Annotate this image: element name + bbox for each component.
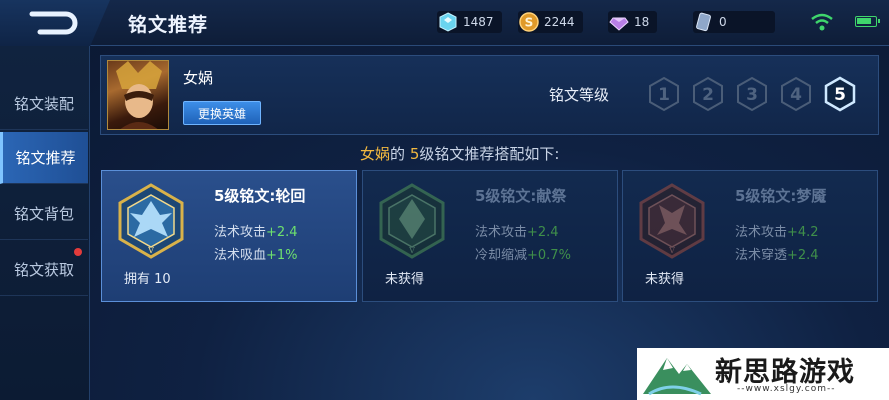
currency-diamond: 1487 (437, 11, 502, 33)
level-3-label: 3 (746, 85, 758, 105)
rune-card-title: 5级铭文:献祭 (475, 187, 567, 205)
svg-text:V: V (668, 246, 675, 255)
level-1-label: 1 (658, 85, 670, 105)
wifi-icon (811, 13, 833, 31)
sidebar-item-label: 铭文推荐 (15, 149, 76, 167)
subtitle-middle: 的 (390, 145, 406, 163)
svg-text:S: S (525, 16, 534, 30)
currency-gold-value: 2244 (544, 15, 575, 29)
rune-card-title: 5级铭文:轮回 (214, 187, 306, 205)
voucher-icon (693, 11, 715, 33)
rune-level-label: 铭文等级 (549, 86, 610, 104)
battery-icon (855, 16, 880, 27)
rune-card-mengyan[interactable]: V 5级铭文:梦魇 法术攻击+4.2 法术穿透+2.4 未获得 (622, 170, 878, 302)
rune-lunhui-icon: V (118, 183, 184, 259)
subtitle-rest: 级铭文推荐搭配如下: (419, 145, 560, 163)
page-title: 铭文推荐 (128, 14, 209, 36)
sidebar-item-label: 铭文背包 (13, 205, 74, 223)
level-1-button[interactable]: 1 (646, 76, 682, 112)
rune-card-lunhui[interactable]: V 5级铭文:轮回 法术攻击+2.4 法术吸血+1% 拥有 10 (101, 170, 357, 302)
back-button[interactable] (0, 0, 110, 46)
sidebar: 铭文装配 铭文推荐 铭文背包 铭文获取 (0, 46, 90, 400)
currency-voucher-value: 0 (719, 15, 727, 29)
top-bar: 铭文推荐 1487 S 2244 18 0 (0, 0, 889, 46)
level-5-label: 5 (834, 85, 846, 105)
rune-stat: 冷却缩减+0.7% (475, 248, 571, 263)
notification-badge (74, 248, 82, 256)
level-2-button[interactable]: 2 (690, 76, 726, 112)
rune-stat: 法术吸血+1% (214, 248, 298, 263)
svg-text:V: V (147, 246, 154, 255)
rune-stat: 法术攻击+4.2 (735, 225, 819, 240)
svg-text:V: V (408, 246, 415, 255)
sidebar-item-equip[interactable]: 铭文装配 (0, 78, 88, 130)
rune-not-obtained: 未获得 (385, 272, 425, 287)
hero-panel: 女娲 更换英雄 铭文等级 1 2 3 4 5 (100, 55, 879, 135)
level-4-label: 4 (790, 85, 802, 105)
sidebar-item-label: 铭文装配 (13, 95, 74, 113)
level-3-button[interactable]: 3 (734, 76, 770, 112)
level-5-button[interactable]: 5 (822, 76, 858, 112)
level-2-label: 2 (702, 85, 714, 105)
rune-stat: 法术攻击+2.4 (475, 225, 559, 240)
currency-voucher: 0 (693, 11, 775, 33)
rune-owned-count: 拥有 10 (124, 272, 171, 287)
rune-card-xianji[interactable]: V 5级铭文:献祭 法术攻击+2.4 冷却缩减+0.7% 未获得 (362, 170, 618, 302)
recommend-subtitle: 女娲的 5级铭文推荐搭配如下: (360, 143, 559, 164)
currency-gem: 18 (608, 11, 658, 33)
rune-card-title: 5级铭文:梦魇 (735, 187, 827, 205)
subtitle-level: 5 (409, 145, 420, 163)
rune-stat: 法术攻击+2.4 (214, 225, 298, 240)
change-hero-button[interactable]: 更换英雄 (183, 101, 261, 125)
rune-not-obtained: 未获得 (645, 272, 685, 287)
purple-gem-icon (608, 11, 630, 33)
subtitle-hero: 女娲 (360, 145, 391, 163)
currency-gold: S 2244 (518, 11, 583, 33)
back-arrow-icon (29, 11, 78, 35)
mountain-logo-icon (643, 358, 711, 396)
rune-xianji-icon: V (379, 183, 445, 259)
sidebar-item-acquire[interactable]: 铭文获取 (0, 244, 88, 296)
sidebar-item-label: 铭文获取 (13, 261, 74, 279)
level-4-button[interactable]: 4 (778, 76, 814, 112)
watermark: 新思路游戏 --www.xslgy.com-- (637, 348, 889, 400)
hero-name: 女娲 (183, 69, 214, 87)
sidebar-item-bag[interactable]: 铭文背包 (0, 188, 88, 240)
watermark-url: --www.xslgy.com-- (737, 384, 836, 394)
currency-diamond-value: 1487 (463, 15, 494, 29)
currency-gem-value: 18 (634, 15, 650, 29)
hero-avatar[interactable] (107, 60, 169, 130)
gold-coin-icon: S (518, 11, 540, 33)
rune-mengyan-icon: V (639, 183, 705, 259)
sidebar-item-recommend[interactable]: 铭文推荐 (0, 132, 88, 184)
rune-stat: 法术穿透+2.4 (735, 248, 819, 263)
diamond-cube-icon (437, 11, 459, 33)
